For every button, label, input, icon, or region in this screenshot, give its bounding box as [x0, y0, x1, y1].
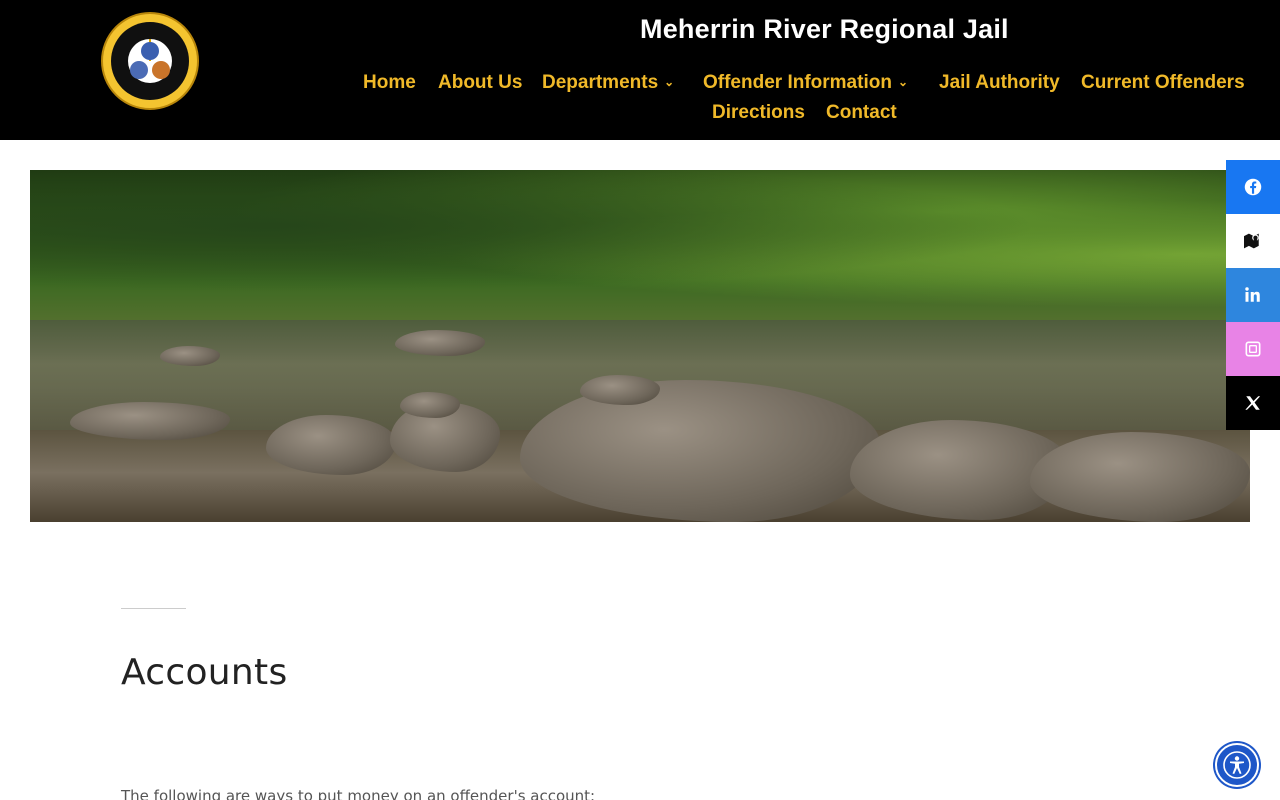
instagram-icon — [1245, 341, 1261, 357]
instagram-button[interactable] — [1226, 322, 1280, 376]
intro-text: The following are ways to put money on a… — [121, 787, 596, 800]
x-twitter-icon — [1245, 396, 1261, 410]
facebook-icon — [1244, 178, 1262, 196]
chevron-down-icon: ⌄ — [897, 75, 909, 89]
accessibility-icon — [1223, 751, 1251, 779]
hero-image — [30, 170, 1250, 522]
nav-departments[interactable]: Departments ⌄ — [542, 72, 674, 94]
accessibility-button[interactable] — [1215, 743, 1259, 787]
linkedin-icon — [1245, 287, 1260, 302]
nav-directions[interactable]: Directions — [712, 102, 805, 124]
facebook-button[interactable] — [1226, 160, 1280, 214]
seal-right — [152, 61, 170, 79]
site-title[interactable]: Meherrin River Regional Jail — [640, 14, 1009, 45]
map-icon — [1244, 233, 1259, 249]
page-title: Accounts — [121, 652, 288, 693]
site-logo[interactable] — [101, 12, 199, 110]
nav-departments-label: Departments — [542, 72, 659, 93]
nav-home[interactable]: Home — [363, 72, 416, 94]
seal-left — [130, 61, 148, 79]
nav-contact[interactable]: Contact — [826, 102, 897, 124]
linkedin-button[interactable] — [1226, 268, 1280, 322]
nav-offender-information[interactable]: Offender Information ⌄ — [703, 72, 908, 94]
seal-top — [141, 42, 159, 60]
nav-current-offenders[interactable]: Current Offenders — [1081, 72, 1245, 94]
social-sidebar — [1226, 160, 1280, 430]
logo-emblem — [128, 39, 172, 83]
chevron-down-icon: ⌄ — [664, 75, 675, 89]
nav-offender-information-label: Offender Information — [703, 72, 892, 93]
heading-accent-line — [121, 608, 186, 609]
site-header: Meherrin River Regional Jail Home About … — [0, 0, 1280, 140]
nav-about-us[interactable]: About Us — [438, 72, 522, 94]
nav-jail-authority[interactable]: Jail Authority — [939, 72, 1060, 94]
map-button[interactable] — [1226, 214, 1280, 268]
x-twitter-button[interactable] — [1226, 376, 1280, 430]
logo-seal — [111, 22, 189, 100]
